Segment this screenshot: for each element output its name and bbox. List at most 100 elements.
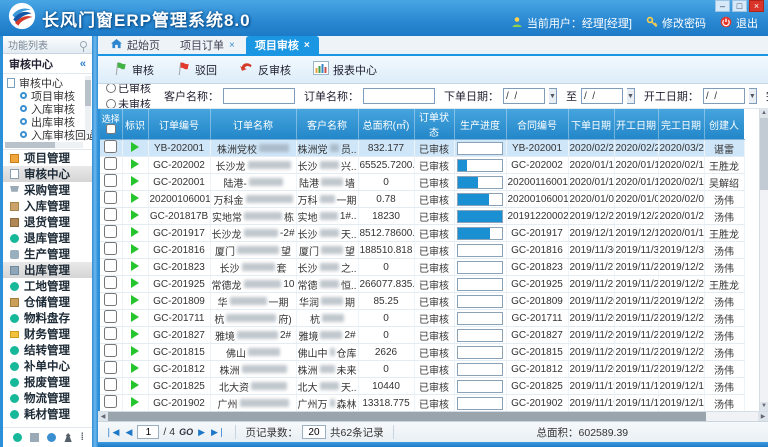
column-header-7[interactable]: 生产进度 [454, 109, 506, 140]
row-checkbox[interactable] [104, 140, 117, 153]
filter-radio-1[interactable]: 已审核 [106, 84, 151, 96]
scroll-down-icon[interactable]: ▼ [760, 402, 768, 411]
row-checkbox[interactable] [104, 259, 117, 272]
row-checkbox[interactable] [104, 174, 117, 187]
last-page-button[interactable]: ▶❘ [210, 427, 226, 438]
radio-input[interactable] [106, 84, 116, 93]
table-row[interactable]: GC-201902广州广州万森林13318.775已审核GC-201902201… [100, 395, 744, 412]
table-horizontal-scrollbar[interactable]: ◀ ▶ [98, 411, 768, 421]
sidebar-item-8[interactable]: 工地管理 [3, 278, 92, 294]
table-row[interactable]: GC-202002长沙龙长沙兴..65525.7200..已审核GC-20200… [100, 157, 744, 174]
sidebar-item-12[interactable]: 结转管理 [3, 342, 92, 358]
column-header-2[interactable]: 订单编号 [148, 109, 210, 140]
sidebar-item-15[interactable]: 物流管理 [3, 390, 92, 406]
next-page-button[interactable]: ▶ [197, 427, 206, 438]
globe-icon[interactable] [47, 433, 56, 442]
toolbar-button-1[interactable]: 驳回 [169, 57, 228, 83]
tree-horizontal-scrollbar[interactable] [5, 142, 83, 148]
vertical-scroll-thumb[interactable] [760, 118, 768, 190]
start-date-input[interactable] [703, 88, 745, 104]
toolbar-button-3[interactable]: 报表中心 [306, 57, 388, 82]
column-header-0[interactable]: 选择 [100, 109, 122, 140]
collapse-icon[interactable]: « [80, 58, 86, 70]
row-checkbox[interactable] [104, 310, 117, 323]
table-row[interactable]: GC-201711杭府)杭0已审核GC-2017112019/11/202019… [100, 310, 744, 327]
table-row[interactable]: GC-201827雅境2#雅境2#0已审核GC-2018272019/11/20… [100, 327, 744, 344]
row-checkbox[interactable] [104, 157, 117, 170]
sidebar-item-5[interactable]: 退库管理 [3, 230, 92, 246]
column-header-1[interactable]: 标识 [122, 109, 148, 140]
row-checkbox[interactable] [104, 208, 117, 221]
sidebar-item-16[interactable]: 耗材管理 [3, 406, 92, 422]
table-row[interactable]: GC-201825北大资北大天..10440已审核GC-2018252019/1… [100, 378, 744, 395]
maximize-button[interactable]: □ [732, 0, 747, 12]
sidebar-item-3[interactable]: 入库管理 [3, 198, 92, 214]
tree-item-3[interactable]: 入库审核回退 [7, 128, 92, 141]
sidebar-item-14[interactable]: 报废管理 [3, 374, 92, 390]
sidebar-item-2[interactable]: 采购管理 [3, 182, 92, 198]
table-row[interactable]: GC-201925常德龙10常德恒..266077.835..已审核GC-201… [100, 276, 744, 293]
tab-1[interactable]: 项目订单× [171, 36, 244, 54]
sidebar-item-9[interactable]: 仓储管理 [3, 294, 92, 310]
close-tab-icon[interactable]: × [304, 40, 310, 51]
order-date-dropdown-icon[interactable]: ▼ [549, 88, 557, 104]
filter-radio-2[interactable]: 未审核 [106, 96, 151, 109]
cart-icon[interactable] [30, 433, 39, 442]
table-row[interactable]: GC-201815佛山佛山中仓库2626已审核GC-2018152019/11/… [100, 344, 744, 361]
row-checkbox[interactable] [104, 344, 117, 357]
minimize-button[interactable]: – [715, 0, 730, 12]
row-checkbox[interactable] [104, 378, 117, 391]
sidebar-item-0[interactable]: 项目管理 [3, 150, 92, 166]
page-size-input[interactable] [302, 425, 326, 439]
column-header-10[interactable]: 开工日期 [614, 109, 658, 140]
select-all-checkbox[interactable] [106, 124, 116, 134]
table-row[interactable]: GC-201817B实地常栋实地1#..18230已审核201912200022… [100, 208, 744, 225]
column-header-4[interactable]: 客户名称 [296, 109, 358, 140]
row-checkbox[interactable] [104, 395, 117, 408]
sidebar-item-4[interactable]: 退货管理 [3, 214, 92, 230]
scroll-up-icon[interactable]: ▲ [760, 109, 768, 118]
column-header-8[interactable]: 合同编号 [506, 109, 568, 140]
column-header-3[interactable]: 订单名称 [210, 109, 296, 140]
logout-button[interactable]: 退出 [720, 15, 758, 31]
customer-name-input[interactable] [223, 88, 295, 104]
column-header-6[interactable]: 订单状态 [414, 109, 454, 140]
table-row[interactable]: GC-201812株洲株洲未来0已审核GC-2018122019/11/2020… [100, 361, 744, 378]
table-row[interactable]: YB-202001株洲党校株洲党员..832.177已审核YB-20200120… [100, 140, 744, 157]
table-row[interactable]: GC-202001陆港-陆港墙0已审核202001160012020/01/16… [100, 174, 744, 191]
row-checkbox[interactable] [104, 361, 117, 374]
person-icon[interactable] [64, 433, 73, 442]
table-row[interactable]: GC-201917长沙龙-2#长沙天..8512.78600..已审核GC-20… [100, 225, 744, 242]
close-button[interactable]: × [749, 0, 764, 12]
sidebar-item-13[interactable]: 补单中心 [3, 358, 92, 374]
sidebar-item-7[interactable]: 出库管理 [3, 262, 92, 278]
table-row[interactable]: 20200106001万科金万科一期0.78已审核202001060012020… [100, 191, 744, 208]
tab-2[interactable]: 项目审核× [246, 36, 319, 54]
close-tab-icon[interactable]: × [229, 40, 235, 51]
row-checkbox[interactable] [104, 327, 117, 340]
start-date-dropdown-icon[interactable]: ▼ [749, 88, 757, 104]
prev-page-button[interactable]: ◀ [124, 427, 133, 438]
sidebar-item-1[interactable]: 审核中心 [3, 166, 92, 182]
sidebar-item-11[interactable]: 财务管理 [3, 326, 92, 342]
table-row[interactable]: GC-201809华一期华润期85.25已审核GC-2018092019/11/… [100, 293, 744, 310]
column-header-9[interactable]: 下单日期 [568, 109, 614, 140]
dot-icon[interactable] [13, 433, 22, 442]
toolbar-button-0[interactable]: 审核 [106, 57, 165, 83]
horizontal-scroll-thumb[interactable] [108, 412, 706, 421]
column-header-11[interactable]: 完工日期 [658, 109, 704, 140]
sidebar-item-10[interactable]: 物料盘存 [3, 310, 92, 326]
go-button[interactable]: GO [179, 427, 193, 437]
column-header-5[interactable]: 总面积(㎡) [358, 109, 414, 140]
row-checkbox[interactable] [104, 242, 117, 255]
table-row[interactable]: GC-201816厦门望厦门望188510.818已审核GC-201816201… [100, 242, 744, 259]
row-checkbox[interactable] [104, 276, 117, 289]
more-options-icon[interactable]: ⁞ [81, 433, 84, 442]
table-row[interactable]: GC-201823长沙套长沙之..0已审核GC-2018232019/11/27… [100, 259, 744, 276]
tab-0[interactable]: 起始页 [102, 36, 169, 54]
order-date-end-input[interactable] [581, 88, 623, 104]
sidebar-item-6[interactable]: 生产管理 [3, 246, 92, 262]
toolbar-button-2[interactable]: 反审核 [232, 57, 302, 83]
pin-icon[interactable] [80, 41, 87, 48]
row-checkbox[interactable] [104, 191, 117, 204]
